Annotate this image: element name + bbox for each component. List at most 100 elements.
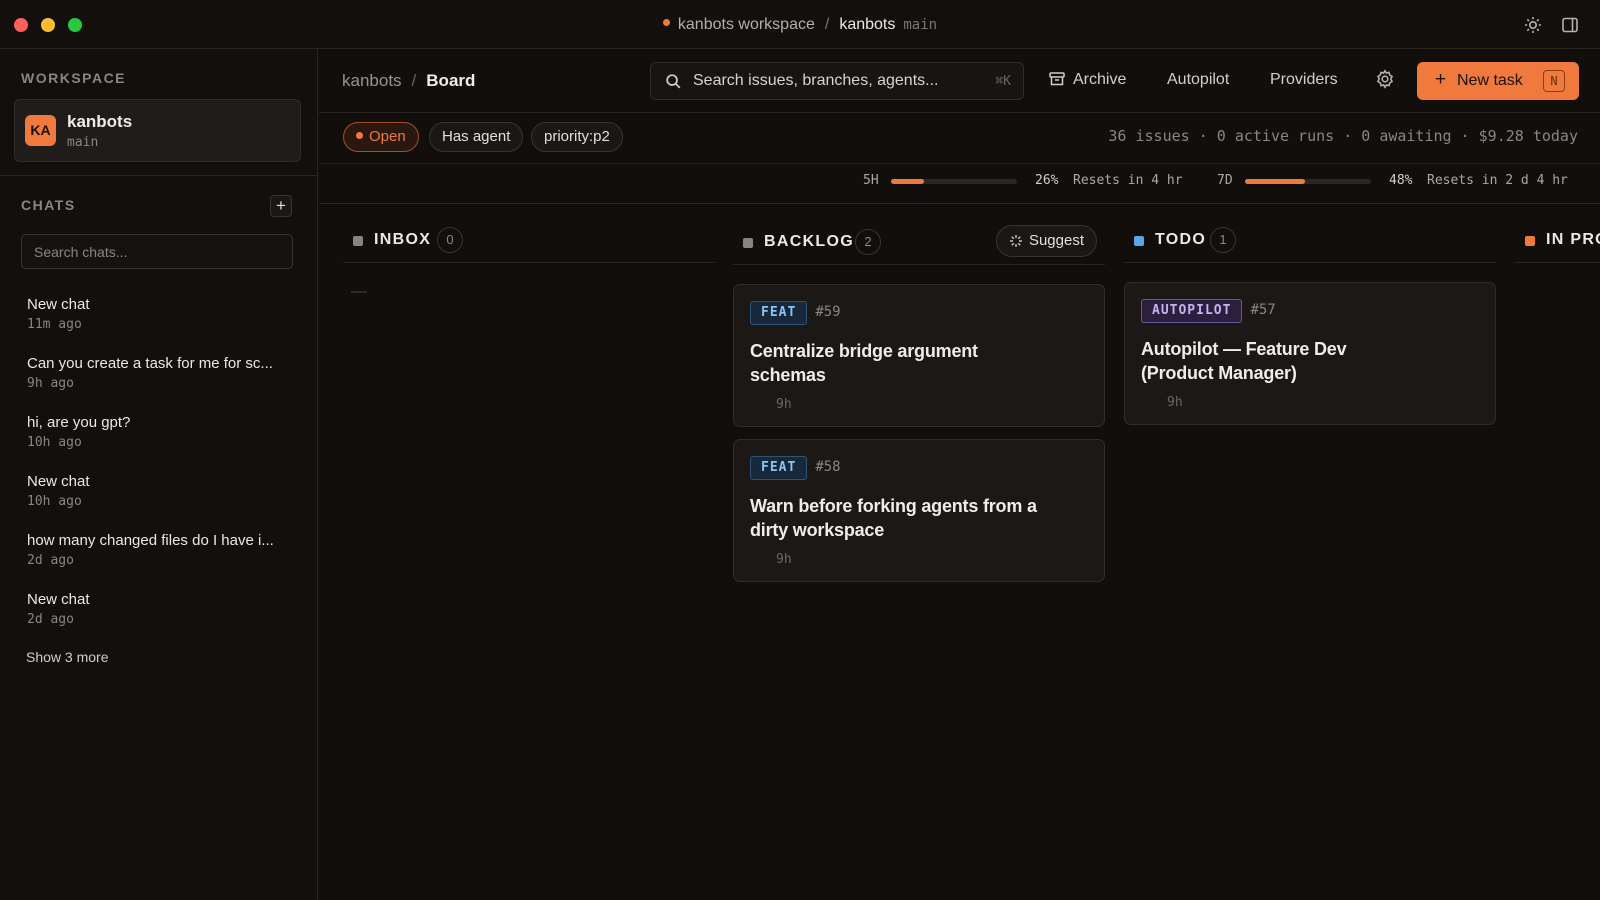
issue-number: #59 (815, 304, 841, 320)
chat-title: New chat (27, 296, 90, 313)
chat-time: 2d ago (27, 612, 74, 627)
issue-age: 9h (776, 552, 792, 567)
column-count: 2 (855, 229, 881, 255)
chat-title: New chat (27, 591, 90, 608)
issue-card[interactable]: FEAT #59 Centralize bridge argument schem… (733, 284, 1105, 427)
column-header: TODO 1 (1124, 225, 1496, 263)
usage-7d-fill (1245, 179, 1306, 184)
usage-7d-bar (1245, 179, 1371, 184)
project-name: kanbots (839, 16, 896, 33)
new-task-shortcut: N (1543, 70, 1565, 92)
issue-card[interactable]: AUTOPILOT #57 Autopilot — Feature Dev (Pr… (1124, 282, 1496, 425)
filter-has-agent-chip[interactable]: Has agent (429, 122, 524, 152)
column-color-icon (1525, 236, 1535, 246)
issue-title: Centralize bridge argument schemas (750, 341, 978, 385)
chat-item[interactable]: New chat 10h ago (27, 473, 292, 532)
column-in-progress: IN PRO — (1515, 225, 1600, 263)
divider (319, 112, 1600, 113)
issue-type-badge: AUTOPILOT (1141, 299, 1243, 323)
column-color-icon (743, 238, 753, 248)
new-task-button[interactable]: + New task N (1417, 62, 1579, 100)
column-header: INBOX 0 (343, 225, 715, 263)
sparkle-icon (1009, 235, 1022, 247)
breadcrumb-project[interactable]: kanbots (342, 71, 402, 90)
search-icon (666, 74, 681, 89)
chat-time: 11m ago (27, 317, 82, 332)
usage-5h-percent: 26% (1035, 173, 1059, 188)
filter-priority-chip[interactable]: priority:p2 (531, 122, 623, 152)
window-title: kanbots workspace / kanbots main (0, 16, 1600, 34)
archive-icon (1049, 72, 1065, 86)
open-dot-icon (356, 132, 363, 139)
usage-7d-label: 7D (1217, 173, 1233, 188)
suggest-button[interactable]: Suggest (995, 225, 1097, 257)
chat-item[interactable]: how many changed files do I have i... 2d… (27, 532, 292, 591)
board-stats: 36 issues · 0 active runs · 0 awaiting ·… (1108, 127, 1578, 145)
settings-gear-icon[interactable] (1375, 69, 1395, 89)
chat-title: hi, are you gpt? (27, 414, 131, 431)
divider (0, 175, 318, 176)
column-color-icon (1134, 236, 1144, 246)
plus-icon: + (1435, 69, 1447, 90)
usage-5h-label: 5H (863, 173, 879, 188)
empty-placeholder: — (351, 283, 367, 300)
chat-item[interactable]: New chat 11m ago (27, 296, 292, 355)
chat-title: New chat (27, 473, 90, 490)
branch-name: main (903, 17, 938, 33)
usage-7d: 7D 48% Resets in 2 d 4 hr (1217, 173, 1568, 188)
status-dot-icon (662, 19, 670, 26)
workspace-card-name: kanbots (67, 112, 133, 131)
suggest-label: Suggest (1028, 232, 1084, 249)
usage-5h-fill (891, 179, 924, 184)
divider (319, 163, 1600, 164)
column-count: 0 (437, 227, 463, 253)
issue-number: #58 (815, 459, 841, 475)
chat-item[interactable]: hi, are you gpt? 10h ago (27, 414, 292, 473)
sidebar: WORKSPACE KA kanbots main CHATS + New ch… (0, 49, 318, 900)
workspace-card[interactable]: KA kanbots main (14, 99, 301, 162)
usage-7d-resets: Resets in 2 d 4 hr (1427, 173, 1568, 188)
column-todo: TODO 1 AUTOPILOT #57 Autopilot — Feature … (1124, 225, 1496, 425)
column-backlog: BACKLOG 2 Suggest FEAT #59 Centralize bri… (733, 225, 1105, 582)
chat-title: Can you create a task for me for sc... (27, 355, 273, 372)
show-more-chats-link[interactable]: Show 3 more (26, 649, 108, 665)
search-issues-input[interactable]: Search issues, branches, agents... ⌘K (650, 62, 1024, 100)
board-main: kanbots / Board Search issues, branches, a… (319, 49, 1600, 900)
theme-sun-icon[interactable] (1523, 15, 1543, 35)
filter-open-chip[interactable]: Open (343, 122, 419, 152)
column-title: INBOX (374, 231, 432, 248)
issue-title: Warn before forking agents from a dirty … (750, 496, 1037, 540)
search-chats-input[interactable] (21, 234, 293, 269)
usage-5h-bar (891, 179, 1017, 184)
issue-title: Autopilot — Feature Dev (Product Manager… (1141, 339, 1347, 383)
avatar: KA (25, 115, 56, 146)
issue-card[interactable]: FEAT #58 Warn before forking agents from … (733, 439, 1105, 582)
column-title: BACKLOG (764, 233, 854, 250)
usage-7d-percent: 48% (1389, 173, 1413, 188)
column-count: 1 (1210, 227, 1236, 253)
issue-age: 9h (776, 397, 792, 412)
column-inbox: INBOX 0 — (343, 225, 715, 300)
usage-5h: 5H 26% Resets in 4 hr (863, 173, 1183, 188)
chats-label: CHATS (21, 197, 76, 213)
toggle-panel-icon[interactable] (1560, 15, 1580, 35)
chat-item[interactable]: Can you create a task for me for sc... 9… (27, 355, 292, 414)
column-color-icon (353, 236, 363, 246)
chat-time: 10h ago (27, 435, 82, 450)
issue-age: 9h (1167, 395, 1183, 410)
issue-number: #57 (1250, 302, 1276, 318)
providers-button[interactable]: Providers (1270, 71, 1338, 89)
usage-5h-resets: Resets in 4 hr (1073, 173, 1183, 188)
breadcrumb-current: Board (426, 71, 476, 90)
autopilot-button[interactable]: Autopilot (1167, 71, 1229, 89)
archive-button[interactable]: Archive (1049, 71, 1126, 89)
issue-type-badge: FEAT (750, 456, 808, 480)
column-title: IN PRO (1546, 231, 1600, 248)
chat-title: how many changed files do I have i... (27, 532, 274, 549)
workspace-card-branch: main (67, 135, 99, 150)
workspace-name: kanbots workspace (677, 16, 815, 33)
column-header: BACKLOG 2 Suggest (733, 225, 1105, 265)
archive-label: Archive (1073, 71, 1127, 88)
add-chat-button[interactable]: + (270, 195, 292, 217)
chat-item[interactable]: New chat 2d ago (27, 591, 292, 650)
